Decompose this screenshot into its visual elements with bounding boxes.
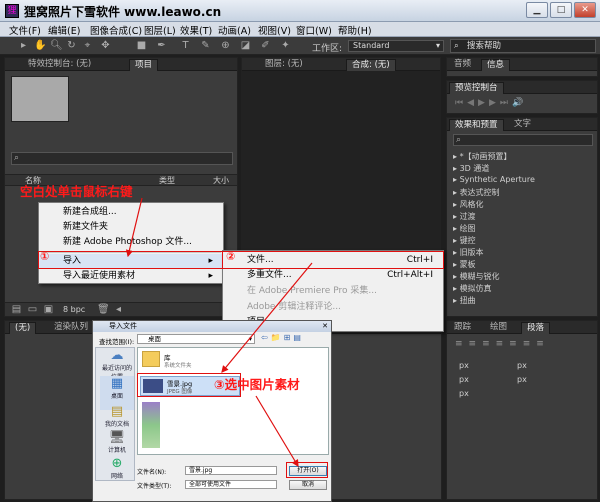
annotation-arrows — [125, 197, 313, 468]
arrow-to-open — [255, 395, 299, 468]
arrow-to-import — [125, 197, 143, 258]
arrow-to-file — [221, 262, 313, 373]
